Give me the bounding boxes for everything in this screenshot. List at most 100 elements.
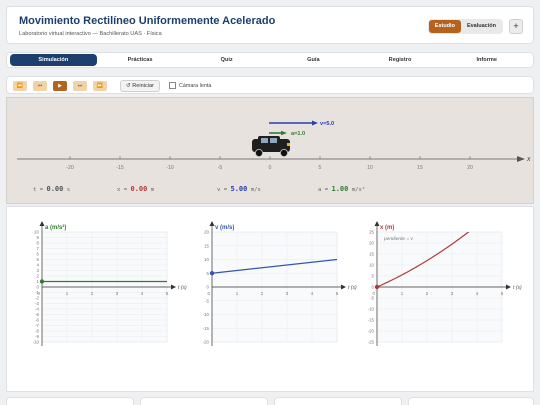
readout-x: x = 0.00 m [117,185,154,193]
y-tick-label: -5 [370,296,374,301]
y-tick-label: 1 [37,279,40,284]
y-tick-label: 2 [37,274,40,279]
y-tick-label: -20 [203,340,210,345]
readout-v: v = 5.00 m/s [217,185,261,193]
track-canvas: x -20 -15 -10 -5 0 5 10 15 20 v=5.0 a=1.0 [17,120,531,171]
y-tick-label: -7 [35,323,39,328]
y-tick-label: 20 [204,230,209,235]
y-tick-label: 8 [37,241,40,246]
y-tick-label: -5 [205,298,209,303]
track-tick-label: 10 [367,165,373,171]
footer-card-2 [140,397,268,405]
x-axis-arrow [506,284,511,290]
readout-v-unit: m/s [250,187,261,193]
y-tick-label: 5 [37,257,40,262]
car-icon [252,136,290,158]
y-tick-label: -15 [368,318,375,323]
x-axis-arrow [341,284,346,290]
x-tick-label: 5 [336,291,339,296]
y-tick-label: -20 [368,329,375,334]
reset-button[interactable]: ↺ Reiniciar [120,80,161,92]
x-axis-label: t (s) [178,285,187,291]
track-tick-label: -10 [166,165,174,171]
y-tick-label: 25 [369,230,374,235]
tab-registro[interactable]: Registro [357,54,444,66]
x-tick-label: 0 [208,291,211,296]
y-axis-label: v (m/s) [215,225,234,231]
fast-forward-button[interactable]: ⏩ [93,81,107,91]
step-back-button[interactable]: ⏮ [33,81,47,91]
readout-x-unit: m [150,187,155,193]
current-point [374,284,380,290]
readout-a-unit: m/s² [351,187,366,193]
y-tick-label: 0 [37,285,40,290]
y-tick-label: 4 [37,263,40,268]
mode-switch: Estudio Evaluación [427,19,503,34]
simulation-track: x -20 -15 -10 -5 0 5 10 15 20 v=5.0 a=1.0 t = 0.… [6,97,534,204]
accel-label: a=1.0 [291,131,305,137]
slow-motion-label: Cámara lenta [179,82,212,89]
y-tick-label: -4 [35,307,39,312]
x-axis-arrow [517,156,525,162]
tab-guia[interactable]: Guía [270,54,357,66]
slow-motion-checkbox[interactable] [169,82,176,89]
y-tick-label: -10 [368,307,375,312]
current-point [209,271,215,276]
y-tick-label: -10 [203,312,210,317]
y-axis-arrow [39,221,45,226]
app-header: Movimiento Rectilíneo Uniformemente Acel… [6,6,534,44]
mode-eval-button[interactable]: Evaluación [461,20,502,33]
play-button[interactable]: ▶ [53,81,67,91]
tab-simulacion[interactable]: Simulación [10,54,97,66]
y-tick-label: 6 [37,252,40,257]
tab-practicas[interactable]: Prácticas [97,54,184,66]
rewind-start-button[interactable]: ⏪ [13,81,27,91]
slow-motion-toggle[interactable]: Cámara lenta [169,82,211,89]
y-axis-label: x (m) [380,225,394,231]
y-tick-label: -15 [203,326,210,331]
track-tick-label: 20 [467,165,473,171]
main-tabs: Simulación Prácticas Quiz Guía Registro … [6,52,534,68]
velocity-arrowhead [312,120,318,126]
y-tick-label: -5 [35,312,39,317]
tab-quiz[interactable]: Quiz [183,54,270,66]
track-tick-label: 5 [319,165,322,171]
y-tick-label: 10 [34,230,39,235]
y-tick-label: 5 [207,271,210,276]
y-tick-label: 9 [37,235,40,240]
track-tick-label: -15 [116,165,124,171]
y-tick-label: -25 [368,340,375,345]
graphs-panel: -10 -9 -8 -7 -6 -5 -4 -3 -2 -1 0 1 2 3 4 5 6 7 8 9 10 1 2 3 4 5 0 a… [6,206,534,392]
y-tick-label: -3 [35,301,39,306]
x-axis-label: t (s) [348,285,357,291]
track-tick-label: 15 [417,165,423,171]
graph-2: -20-15-10-5051015201 2 3 4 50v (m/s)t (s) [203,221,357,346]
readout-a-label: a = [318,187,329,193]
graph-1: -10-9-8-7-6-5-4-3-2-10123456789101 2 3 4 50a… [33,221,187,346]
y-tick-label: 10 [369,263,374,268]
y-tick-label: 15 [204,243,209,248]
page-subtitle: Laboratorio virtual interactivo — Bachil… [19,31,162,37]
readout-t-value: 0.00 [46,185,64,193]
x-axis-label: t (s) [513,285,522,291]
y-tick-label: -6 [35,318,39,323]
readout-t: t = 0.00 s [33,185,70,193]
track-tick-label: -5 [218,165,223,171]
slope-annotation: pendiente = v [383,236,414,242]
footer-card-3 [274,397,402,405]
step-forward-button[interactable]: ⏭ [73,81,87,91]
y-tick-label: 10 [204,257,209,262]
readout-v-value: 5.00 [230,185,248,193]
readout-t-unit: s [66,187,71,193]
y-tick-label: -9 [35,334,39,339]
add-button[interactable]: + [509,19,523,34]
x-tick-label: 5 [501,291,504,296]
tab-informe[interactable]: Informe [443,54,530,66]
y-axis-arrow [209,221,215,226]
current-point [39,279,45,284]
mode-study-button[interactable]: Estudio [428,20,461,33]
playback-controls: ⏪ ⏮ ▶ ⏭ ⏩ ↺ Reiniciar Cámara lenta [6,76,534,94]
y-tick-label: 7 [37,246,40,251]
readout-a: a = 1.00 m/s² [318,185,365,193]
x-axis-arrow [171,284,176,290]
